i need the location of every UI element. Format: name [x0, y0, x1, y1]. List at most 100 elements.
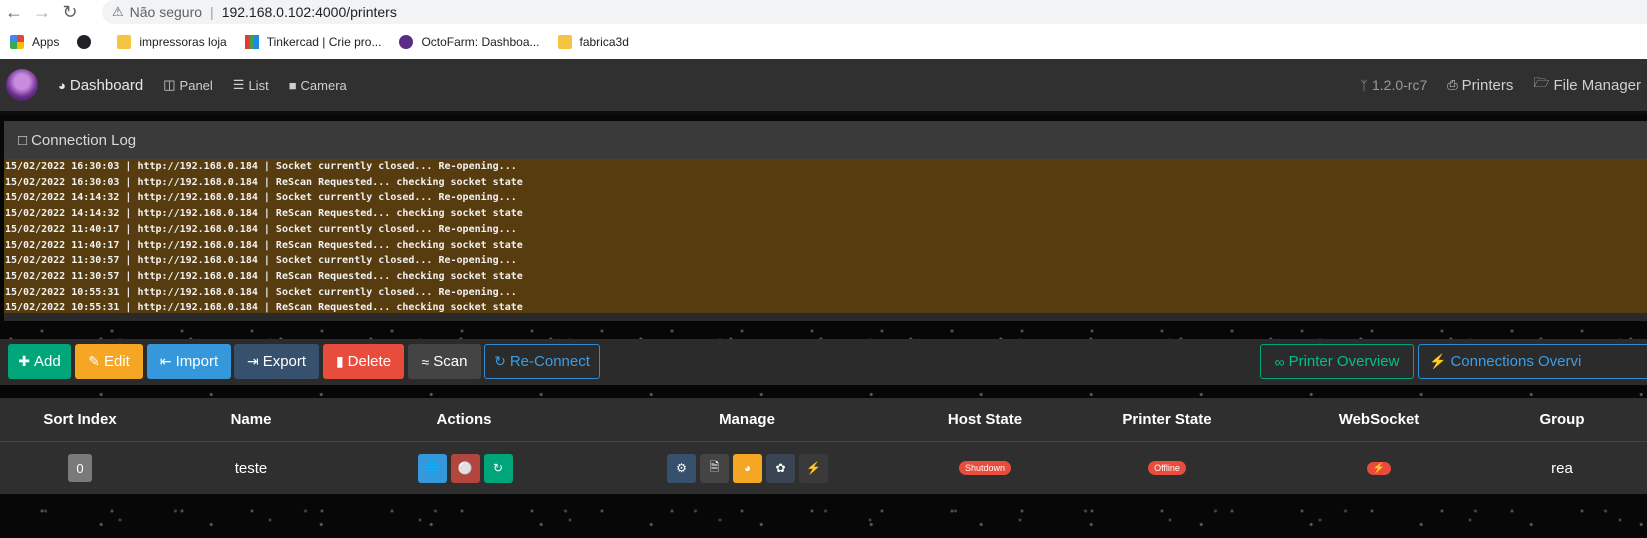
export-button[interactable]: ⇥ Export [234, 344, 319, 379]
edit-button[interactable]: ✎ Edit [75, 344, 143, 379]
octofarm-logo[interactable] [6, 69, 38, 101]
nav-dashboard-label: Dashboard [69, 76, 144, 94]
delete-button[interactable]: ▮ Delete [323, 344, 404, 379]
import-button[interactable]: ⇤ Import [147, 344, 231, 379]
note-icon: □ [18, 131, 28, 149]
bookmark-impressoras[interactable]: impressoras loja [117, 34, 227, 49]
camera-icon: ■ [288, 77, 297, 93]
connections-overview-button[interactable]: ⚡ Connections Overvi [1418, 344, 1647, 379]
log-line: 15/02/2022 16:30:03 | http://192.168.0.1… [5, 176, 523, 188]
bookmark-octofarm[interactable]: OctoFarm: Dashboa... [399, 34, 540, 49]
nav-printers-label: Printers [1461, 76, 1514, 94]
th-host-state[interactable]: Host State [925, 398, 1045, 441]
dashboard-icon: ◕ [58, 77, 66, 93]
bookmarks-bar: Apps impressoras loja Tinkercad | Crie p… [0, 24, 1647, 59]
printer-icon: ⎙ [1447, 77, 1458, 92]
nav-printers[interactable]: ⎙ Printers [1447, 77, 1513, 94]
nav-list[interactable]: ☰ List [233, 77, 269, 93]
app-navbar: ◕ Dashboard ◫ Panel ☰ List ■ Camera ᛉ 1.2.0-r… [0, 59, 1647, 111]
trash-icon: ▮ [335, 353, 344, 369]
log-line: 15/02/2022 16:30:03 | http://192.168.0.1… [5, 161, 517, 172]
version-label: 1.2.0-rc7 [1371, 77, 1428, 93]
scan-button[interactable]: ≈ Scan [408, 344, 481, 379]
file-icon[interactable]: 🗎 [700, 453, 729, 483]
th-sort-index[interactable]: Sort Index [20, 398, 140, 441]
th-name[interactable]: Name [191, 398, 311, 441]
warning-icon[interactable]: ⚠ [112, 4, 124, 20]
connection-log-title: Connection Log [31, 131, 137, 149]
version-link[interactable]: ᛉ 1.2.0-rc7 [1360, 77, 1427, 93]
websocket-cell: ⚡ [1339, 442, 1419, 494]
infinity-icon: ∞ [1274, 353, 1285, 370]
nav-panel-label: Panel [179, 77, 213, 93]
nav-file-manager-label: File Manager [1553, 76, 1641, 94]
octofarm-icon [399, 34, 414, 49]
reconnect-button[interactable]: ↻ Re-Connect [484, 344, 600, 379]
bookmark-globe[interactable] [77, 34, 99, 49]
scan-label: Scan [433, 353, 468, 370]
folder-icon [117, 34, 132, 49]
bookmark-tinkercad[interactable]: Tinkercad | Crie pro... [244, 34, 381, 49]
log-line: 15/02/2022 14:14:32 | http://192.168.0.1… [5, 208, 523, 220]
log-line: 15/02/2022 10:55:31 | http://192.168.0.1… [5, 286, 517, 298]
sync-icon: ↻ [494, 353, 506, 369]
connection-log-card: □ Connection Log 15/02/2022 16:30:03 | h… [4, 121, 1647, 321]
url-text[interactable]: 192.168.0.102:4000/printers [222, 4, 397, 20]
manage-cell: ⚙ 🗎 ◕ ✿ ⚡ [665, 442, 830, 494]
th-websocket[interactable]: WebSocket [1319, 398, 1439, 441]
reconnect-label: Re-Connect [509, 353, 590, 370]
bookmark-label: OctoFarm: Dashboa... [421, 34, 540, 49]
tinkercad-icon [244, 34, 259, 49]
refresh-icon[interactable]: ↻ [483, 453, 513, 483]
add-button[interactable]: ✚ Add [8, 344, 71, 379]
bookmark-fabrica3d[interactable]: fabrica3d [557, 34, 629, 49]
branch-icon: ᛉ [1360, 77, 1368, 93]
navbar-right: ᛉ 1.2.0-rc7 ⎙ Printers 🗁 File Manager [1360, 59, 1647, 111]
folder-icon [557, 34, 572, 49]
actions-cell: 🌐 ⚪ ↻ [410, 442, 520, 494]
nav-dashboard[interactable]: ◕ Dashboard [58, 77, 143, 94]
log-line: 15/02/2022 11:40:17 | http://192.168.0.1… [5, 223, 517, 235]
raspberry-icon[interactable]: ✿ [766, 453, 795, 483]
security-label[interactable]: Não seguro [130, 4, 202, 20]
log-line: 15/02/2022 11:40:17 | http://192.168.0.1… [5, 239, 523, 251]
nav-camera[interactable]: ■ Camera [289, 78, 347, 93]
connection-log-body[interactable]: 15/02/2022 16:30:03 | http://192.168.0.1… [4, 159, 1647, 313]
log-line: 15/02/2022 14:14:32 | http://192.168.0.1… [5, 192, 517, 204]
th-manage: Manage [719, 411, 775, 428]
bookmark-label: impressoras loja [139, 34, 227, 49]
back-icon[interactable]: ← [0, 2, 28, 23]
edit-label: Edit [103, 353, 130, 370]
host-state-badge: Shutdown [958, 461, 1012, 475]
delete-label: Delete [347, 353, 392, 370]
websocket-plug-icon: ⚡ [1366, 461, 1392, 475]
connection-log-header: □ Connection Log [4, 121, 1647, 159]
nav-file-manager[interactable]: 🗁 File Manager [1533, 74, 1641, 96]
bookmark-apps[interactable]: Apps [10, 34, 59, 49]
import-icon: ⇤ [159, 353, 172, 369]
reload-icon[interactable]: ↻ [56, 2, 84, 23]
list-icon: ☰ [232, 77, 245, 92]
export-icon: ⇥ [246, 353, 259, 369]
apps-icon [10, 34, 24, 49]
table-row: 0 teste 🌐 ⚪ ↻ ⚙ 🗎 ◕ ✿ ⚡ Shutdown Offline… [0, 442, 1647, 494]
chart-pie-icon[interactable]: ◕ [733, 453, 762, 483]
printer-toolbar: ✚ Add ✎ Edit ⇤ Import ⇥ Export ▮ Delete ≈ Scan… [0, 339, 1647, 385]
settings-icon[interactable]: ⚙ [667, 453, 696, 483]
th-printer-state[interactable]: Printer State [1097, 398, 1237, 441]
printer-overview-button[interactable]: ∞ Printer Overview [1260, 344, 1414, 379]
toggle-connection-icon[interactable]: ⚪ [450, 453, 480, 483]
printer-name[interactable]: teste [201, 442, 301, 494]
add-label: Add [34, 353, 61, 370]
address-bar[interactable]: ⚠ Não seguro | 192.168.0.102:4000/printe… [102, 0, 1647, 24]
power-plug-icon[interactable]: ⚡ [799, 453, 828, 483]
nav-list-label: List [248, 77, 269, 93]
forward-icon[interactable]: → [28, 2, 56, 23]
edit-icon: ✎ [88, 353, 100, 369]
web-icon[interactable]: 🌐 [417, 453, 447, 483]
plus-icon: ✚ [18, 353, 31, 369]
sort-index-badge[interactable]: 0 [68, 454, 92, 482]
th-group[interactable]: Group [1502, 398, 1622, 441]
folder-open-icon: 🗁 [1533, 75, 1550, 90]
nav-panel[interactable]: ◫ Panel [163, 77, 213, 93]
